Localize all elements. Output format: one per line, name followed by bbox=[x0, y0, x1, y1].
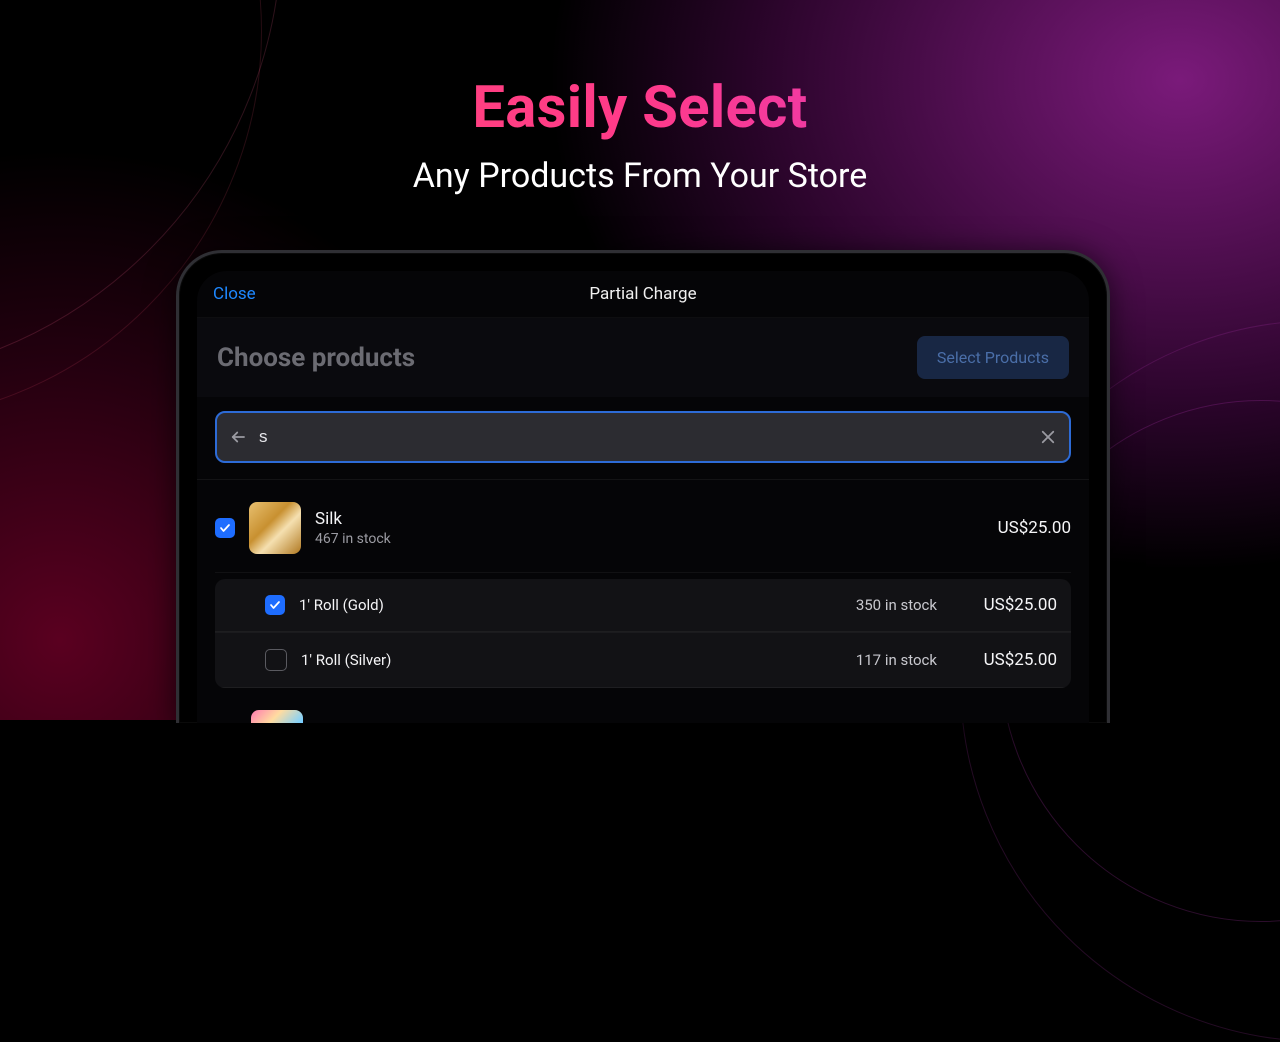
variant-price: US$25.00 bbox=[937, 595, 1057, 615]
page-header: Choose products Select Products bbox=[197, 318, 1089, 397]
product-price: US$25.00 bbox=[951, 518, 1071, 538]
marketing-subtitle: Any Products From Your Store bbox=[0, 156, 1280, 196]
select-products-button[interactable]: Select Products bbox=[917, 336, 1069, 379]
variant-checkbox[interactable] bbox=[265, 595, 285, 615]
variant-name: 1' Roll (Gold) bbox=[299, 596, 797, 614]
app-screen: Close Partial Charge Choose products Sel… bbox=[197, 271, 1089, 723]
page-title: Choose products bbox=[217, 343, 415, 373]
variant-row[interactable]: 1' Roll (Silver) 117 in stock US$25.00 bbox=[215, 632, 1071, 688]
marketing-title: Easily Select bbox=[0, 74, 1280, 142]
variant-stock: 117 in stock bbox=[797, 651, 937, 669]
variant-name: 1' Roll (Silver) bbox=[301, 651, 797, 669]
product-checkbox[interactable] bbox=[215, 518, 235, 538]
search-input[interactable] bbox=[247, 427, 1039, 447]
navbar: Close Partial Charge bbox=[197, 271, 1089, 318]
close-button[interactable]: Close bbox=[213, 271, 256, 317]
navbar-title: Partial Charge bbox=[589, 284, 696, 304]
search-field[interactable] bbox=[215, 411, 1071, 463]
variant-stock: 350 in stock bbox=[797, 596, 937, 614]
product-thumbnail bbox=[251, 710, 303, 723]
product-row[interactable]: Sweet Candy bbox=[215, 688, 1071, 723]
product-thumbnail bbox=[249, 502, 301, 554]
product-name: Silk bbox=[315, 509, 951, 529]
product-stock: 467 in stock bbox=[315, 531, 951, 547]
product-list: Silk 467 in stock US$25.00 1' Roll (Gold… bbox=[197, 480, 1089, 723]
product-row[interactable]: Silk 467 in stock US$25.00 bbox=[215, 480, 1071, 573]
tablet-frame: Close Partial Charge Choose products Sel… bbox=[176, 250, 1110, 723]
clear-search-icon[interactable] bbox=[1039, 428, 1057, 446]
back-arrow-icon[interactable] bbox=[229, 428, 247, 446]
variant-checkbox[interactable] bbox=[265, 649, 287, 671]
variant-price: US$25.00 bbox=[937, 650, 1057, 670]
variant-row[interactable]: 1' Roll (Gold) 350 in stock US$25.00 bbox=[215, 579, 1071, 632]
